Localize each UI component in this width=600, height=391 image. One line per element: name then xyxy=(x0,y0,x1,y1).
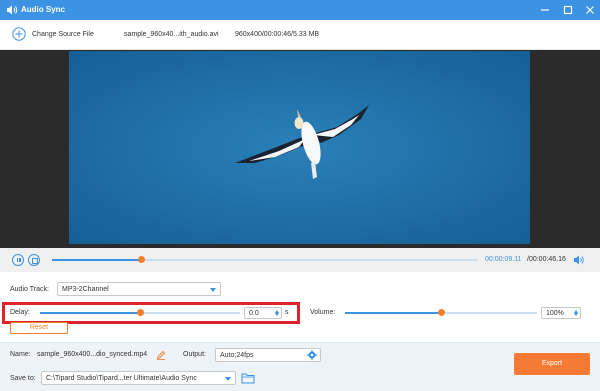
volume-label: Volume: xyxy=(310,309,336,316)
save-to-path: C:\Tipard Studio\Tipard...ter Ultimate\A… xyxy=(46,375,197,382)
current-time: 00:00:09.11 xyxy=(485,256,522,263)
minimize-icon[interactable] xyxy=(538,3,552,17)
delay-input[interactable]: 0.0 xyxy=(244,307,282,319)
audio-track-label: Audio Track: xyxy=(10,286,49,293)
edit-icon[interactable] xyxy=(156,350,166,360)
save-to-select[interactable]: C:\Tipard Studio\Tipard...ter Ultimate\A… xyxy=(41,371,236,385)
volume-value: 100% xyxy=(546,310,564,317)
video-preview xyxy=(69,51,530,244)
volume-slider-thumb[interactable] xyxy=(438,309,445,316)
output-file-name: sample_960x400...dio_synced.mp4 xyxy=(37,351,148,358)
delay-value: 0.0 xyxy=(249,310,259,317)
reset-button[interactable]: Reset xyxy=(10,322,68,334)
delay-slider[interactable] xyxy=(40,309,240,316)
source-file-info: 960x400/00:00:46/5.33 MB xyxy=(235,31,320,38)
audio-track-value: MP3-2Channel xyxy=(62,286,109,293)
chevron-down-icon xyxy=(225,377,231,381)
volume-slider-fill xyxy=(345,312,441,314)
progress-fill xyxy=(52,259,142,261)
delay-slider-fill xyxy=(40,312,140,314)
folder-icon[interactable] xyxy=(241,372,255,384)
volume-icon[interactable] xyxy=(573,254,585,266)
playback-bar: 00:00:09.11 /00:00:46.16 xyxy=(0,248,600,272)
gear-icon[interactable] xyxy=(307,350,317,360)
volume-input[interactable]: 100% xyxy=(541,307,581,319)
decrement-icon[interactable] xyxy=(275,313,279,316)
progress-thumb[interactable] xyxy=(138,256,146,263)
title-bar: Audio Sync xyxy=(0,0,600,20)
audio-sync-icon xyxy=(7,5,18,15)
maximize-icon[interactable] xyxy=(561,3,575,17)
volume-slider[interactable] xyxy=(345,309,537,316)
seabird-image xyxy=(69,51,530,244)
stop-icon[interactable] xyxy=(28,254,40,266)
close-icon[interactable] xyxy=(583,3,597,17)
audio-track-select[interactable]: MP3-2Channel xyxy=(57,282,221,296)
progress-slider[interactable] xyxy=(52,256,478,263)
output-format-field[interactable]: Auto;24fps xyxy=(215,348,321,362)
output-bar: Name: sample_960x400...dio_synced.mp4 Ou… xyxy=(0,342,600,391)
output-label: Output: xyxy=(183,351,206,358)
total-time: /00:00:46.16 xyxy=(527,256,566,263)
source-file-bar: Change Source File sample_960x40...ith_a… xyxy=(0,20,600,50)
export-button[interactable]: Export xyxy=(514,353,590,375)
name-label: Name: xyxy=(10,351,31,358)
save-to-label: Save to: xyxy=(10,375,36,382)
add-circle-icon[interactable] xyxy=(12,27,26,41)
delay-unit: s xyxy=(285,309,289,316)
sync-settings-panel: Audio Track: MP3-2Channel Delay: 0.0 s V… xyxy=(0,272,600,342)
delay-label: Delay: xyxy=(10,309,30,316)
source-file-name: sample_960x40...ith_audio.avi xyxy=(124,31,219,38)
window-title: Audio Sync xyxy=(21,5,66,14)
decrement-icon[interactable] xyxy=(574,313,578,316)
pause-icon[interactable] xyxy=(12,254,24,266)
delay-slider-thumb[interactable] xyxy=(137,309,144,316)
chevron-down-icon xyxy=(210,288,216,292)
output-format-value: Auto;24fps xyxy=(220,352,254,359)
change-source-file-button[interactable]: Change Source File xyxy=(32,31,94,38)
